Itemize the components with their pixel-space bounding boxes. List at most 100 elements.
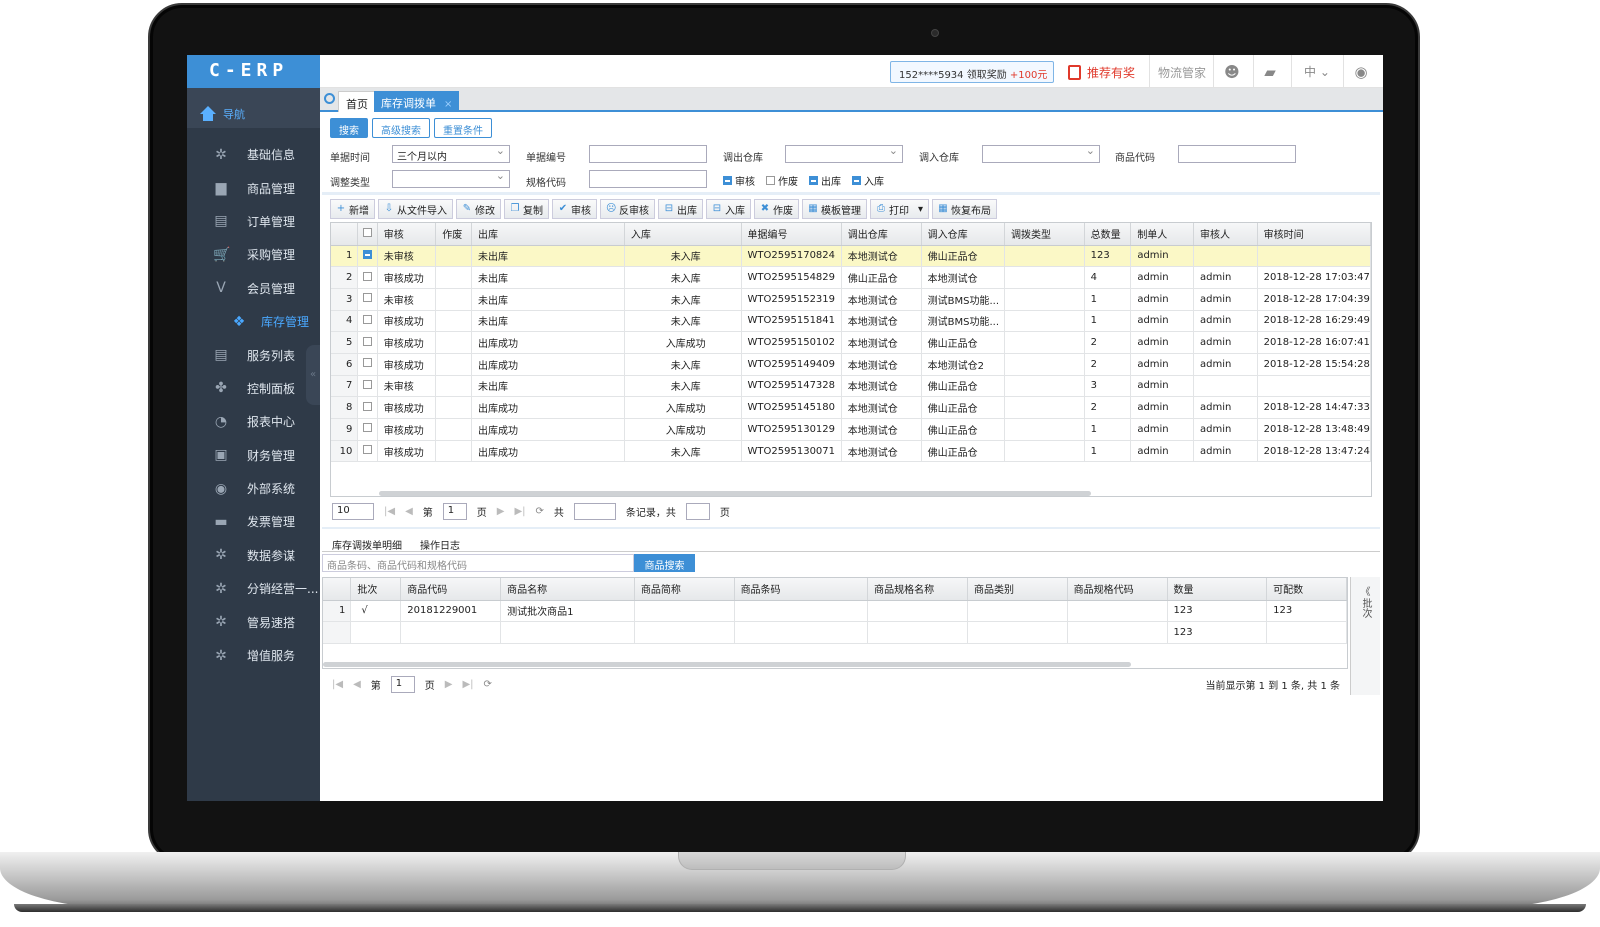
page-input[interactable]: 1 bbox=[390, 675, 415, 693]
filter-checkbox[interactable]: 作废 bbox=[766, 173, 798, 188]
column-header[interactable]: 商品规格代码 bbox=[1067, 578, 1168, 601]
table-row[interactable]: 10 审核成功 出库成功 未入库 WTO2595130071 本地测试仓 佛山正品仓 1 adm… bbox=[331, 440, 1371, 463]
spec-code-input[interactable] bbox=[589, 170, 707, 188]
checkbox-icon[interactable] bbox=[363, 249, 373, 259]
column-header[interactable] bbox=[331, 223, 359, 246]
toolbar-button[interactable]: ⊟ 出库 bbox=[658, 199, 703, 219]
column-header[interactable]: 数量 bbox=[1167, 578, 1268, 601]
column-header[interactable]: 可配数 bbox=[1266, 578, 1347, 601]
checkbox-icon[interactable] bbox=[766, 176, 775, 185]
detail-search-input[interactable]: 商品条码、商品代码和规格代码 bbox=[322, 554, 634, 572]
row-checkbox[interactable] bbox=[357, 375, 378, 398]
book-icon[interactable]: ▰ bbox=[1261, 63, 1279, 81]
in-warehouse-select[interactable] bbox=[982, 144, 1100, 163]
column-header[interactable]: 审核时间 bbox=[1257, 223, 1371, 246]
toolbar-button[interactable]: ⎙ 打印 ▾ bbox=[870, 199, 930, 219]
horizontal-scrollbar[interactable] bbox=[379, 491, 1091, 496]
batch-side-panel[interactable]: 《批次 bbox=[1350, 577, 1380, 695]
tab-detail[interactable]: 库存调拨单明细 bbox=[326, 535, 408, 556]
collapse-handle[interactable]: « bbox=[306, 345, 320, 405]
app-logo[interactable]: C-ERP bbox=[187, 55, 320, 88]
table-row[interactable]: 1 未审核 未出库 未入库 WTO2595170824 本地测试仓 佛山正品仓 123 admi… bbox=[331, 245, 1371, 268]
checkbox-icon[interactable] bbox=[363, 379, 373, 389]
checkbox-icon[interactable] bbox=[852, 176, 861, 185]
table-row[interactable]: 9 审核成功 出库成功 入库成功 WTO2595130129 本地测试仓 佛山正品仓 1 adm… bbox=[331, 418, 1371, 441]
last-page-icon[interactable]: ▶| bbox=[462, 679, 473, 690]
checkbox-icon[interactable] bbox=[363, 423, 373, 433]
promo-banner[interactable]: 152****5934 领取奖励 +100元 bbox=[890, 61, 1054, 83]
column-header[interactable]: 制单人 bbox=[1130, 223, 1195, 246]
tab-home[interactable]: 首页 bbox=[338, 91, 376, 112]
last-page-icon[interactable]: ▶| bbox=[514, 506, 525, 517]
column-header[interactable]: 调出仓库 bbox=[841, 223, 922, 246]
sidebar-item[interactable]: ✲ 基础信息 bbox=[187, 138, 320, 171]
page-input[interactable]: 1 bbox=[442, 502, 467, 520]
column-header[interactable]: 作废 bbox=[435, 223, 473, 246]
sidebar-item[interactable]: ◉ 外部系统 bbox=[187, 472, 320, 505]
column-header[interactable]: 调入仓库 bbox=[921, 223, 1006, 246]
sidebar-item[interactable]: 🛒 采购管理 bbox=[187, 238, 320, 271]
tab-operation-log[interactable]: 操作日志 bbox=[414, 535, 466, 554]
column-header[interactable] bbox=[323, 578, 352, 601]
refresh-icon[interactable]: ⟳ bbox=[484, 679, 492, 690]
table-row[interactable]: 5 审核成功 出库成功 入库成功 WTO2595150102 本地测试仓 佛山正品仓 2 adm… bbox=[331, 331, 1371, 354]
checkbox-icon[interactable] bbox=[363, 271, 373, 281]
checkbox-icon[interactable] bbox=[363, 314, 373, 324]
horizontal-scrollbar[interactable] bbox=[323, 662, 1131, 667]
checkbox-icon[interactable] bbox=[363, 358, 373, 368]
row-checkbox[interactable] bbox=[357, 440, 378, 463]
checkbox-icon[interactable] bbox=[363, 293, 373, 303]
sidebar-item[interactable]: ▆ 商品管理 bbox=[187, 171, 320, 204]
row-checkbox[interactable] bbox=[357, 331, 378, 354]
row-checkbox[interactable] bbox=[357, 266, 378, 289]
doc-no-input[interactable] bbox=[589, 145, 707, 163]
summary-row[interactable]: 123 bbox=[323, 621, 1347, 644]
sidebar-item[interactable]: ▤ 订单管理 bbox=[187, 205, 320, 238]
row-checkbox[interactable] bbox=[357, 353, 378, 376]
filter-checkbox[interactable]: 出库 bbox=[809, 173, 841, 188]
page-size-select[interactable]: 10 bbox=[332, 502, 374, 520]
column-header[interactable]: 商品条码 bbox=[734, 578, 869, 601]
column-header[interactable]: 单据编号 bbox=[741, 223, 842, 246]
close-icon[interactable]: × bbox=[444, 99, 452, 110]
sidebar-item[interactable]: ✲ 数据参谋 bbox=[187, 539, 320, 572]
next-page-icon[interactable]: ▶ bbox=[445, 679, 453, 690]
recommend-link[interactable]: 推荐有奖 bbox=[1068, 61, 1135, 83]
out-warehouse-select[interactable] bbox=[785, 144, 903, 163]
nav-header[interactable]: 导航 bbox=[187, 88, 320, 128]
checkbox-icon[interactable] bbox=[363, 445, 373, 455]
column-header[interactable]: 批次 bbox=[350, 578, 402, 601]
user-avatar-icon[interactable]: ◉ bbox=[1352, 63, 1370, 81]
column-header[interactable]: 入库 bbox=[624, 223, 742, 246]
sidebar-item[interactable]: ✲ 管易速搭 bbox=[187, 605, 320, 638]
table-row[interactable]: 4 审核成功 未出库 未入库 WTO2595151841 本地测试仓 测试BMS功能... 1… bbox=[331, 310, 1371, 333]
column-header[interactable]: 审核 bbox=[377, 223, 437, 246]
search-button[interactable]: 搜索 bbox=[330, 118, 368, 138]
sidebar-item[interactable]: ✲ 分销经营一... bbox=[187, 572, 320, 605]
sidebar-item[interactable]: ▣ 财务管理 bbox=[187, 439, 320, 472]
sidebar-item[interactable]: ◔ 报表中心 bbox=[187, 405, 320, 438]
first-page-icon[interactable]: |◀ bbox=[384, 506, 395, 517]
column-header[interactable]: 总数量 bbox=[1084, 223, 1132, 246]
row-checkbox[interactable] bbox=[357, 396, 378, 419]
toolbar-button[interactable]: ⇩ 从文件导入 bbox=[378, 199, 453, 219]
checkbox-icon[interactable] bbox=[809, 176, 818, 185]
tab-transfer-order[interactable]: 库存调拨单 × bbox=[374, 91, 460, 112]
toolbar-button[interactable]: ❐ 复制 bbox=[504, 199, 549, 219]
toolbar-button[interactable]: ▦ 模板管理 bbox=[802, 199, 867, 219]
prev-page-icon[interactable]: ◀ bbox=[353, 679, 361, 690]
row-checkbox[interactable] bbox=[357, 245, 378, 268]
doc-time-select[interactable]: 三个月以内 bbox=[392, 144, 510, 163]
language-switch[interactable]: 中 ⌄ bbox=[1299, 63, 1335, 81]
toolbar-button[interactable]: ✎ 修改 bbox=[456, 199, 501, 219]
table-row[interactable]: 6 审核成功 出库成功 未入库 WTO2595149409 本地测试仓 本地测试仓2 2 adm… bbox=[331, 353, 1371, 376]
table-row[interactable]: 1 √ 20181229001 测试批次商品1 123 123 bbox=[323, 600, 1347, 623]
toolbar-button[interactable]: ▦ 恢复布局 bbox=[932, 199, 998, 219]
logistics-link[interactable]: 物流管家 bbox=[1158, 64, 1206, 81]
column-header[interactable]: 商品简称 bbox=[634, 578, 735, 601]
filter-checkbox[interactable]: 审核 bbox=[723, 173, 755, 188]
column-header[interactable]: 审核人 bbox=[1193, 223, 1258, 246]
toolbar-button[interactable]: ✖ 作废 bbox=[754, 199, 799, 219]
reset-button[interactable]: 重置条件 bbox=[434, 118, 492, 138]
column-header[interactable]: 出库 bbox=[471, 223, 625, 246]
